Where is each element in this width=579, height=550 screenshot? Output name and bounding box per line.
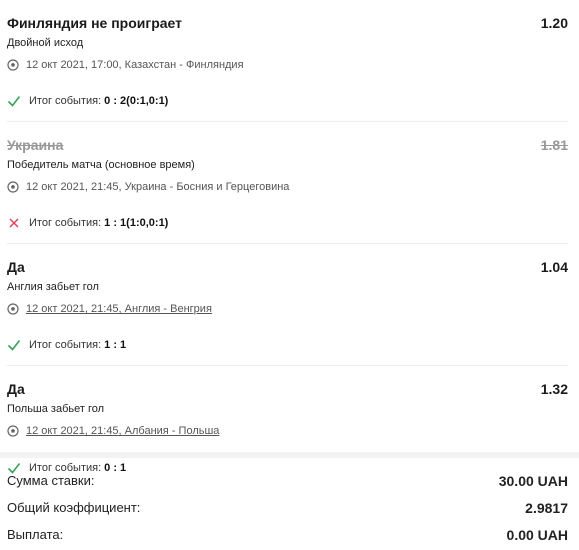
coefficient-value: 2.9817: [525, 499, 568, 516]
coefficient-row: Общий коэффициент: 2.9817: [7, 494, 568, 521]
soccer-ball-icon: [7, 425, 19, 437]
bet-odds: 1.32: [540, 381, 568, 397]
bet-event-link[interactable]: 12 окт 2021, 21:45, Англия - Венгрия: [7, 302, 568, 316]
bet-event: 12 окт 2021, 21:45, Украина - Босния и Г…: [7, 180, 568, 194]
bet-result: Итог события: 1 : 1: [7, 325, 568, 366]
bet-summary: Сумма ставки: 30.00 UAH Общий коэффициен…: [0, 452, 579, 550]
payout-row: Выплата: 0.00 UAH: [7, 521, 568, 548]
bet-result: Итог события: 0 : 2(0:1,0:1): [7, 81, 568, 122]
stake-row: Сумма ставки: 30.00 UAH: [7, 467, 568, 494]
result-label: Итог события:: [29, 339, 102, 351]
bet-odds: 1.20: [540, 15, 568, 31]
bet-event-text[interactable]: 12 окт 2021, 21:45, Албания - Польша: [26, 424, 219, 438]
result-label: Итог события:: [29, 95, 102, 107]
bet-result: Итог события: 1 : 1(1:0,0:1): [7, 203, 568, 244]
bet-event: 12 окт 2021, 17:00, Казахстан - Финлянди…: [7, 58, 568, 72]
bet-item: Финляндия не проиграет 1.20 Двойной исхо…: [0, 0, 579, 122]
checkmark-icon: [7, 96, 21, 107]
payout-value: 0.00 UAH: [506, 526, 568, 543]
soccer-ball-icon: [7, 181, 19, 193]
bet-event-text: 12 окт 2021, 17:00, Казахстан - Финлянди…: [26, 59, 244, 71]
stake-label: Сумма ставки:: [7, 473, 95, 488]
soccer-ball-icon: [7, 59, 19, 71]
result-label: Итог события:: [29, 217, 102, 229]
bet-event-text[interactable]: 12 окт 2021, 21:45, Англия - Венгрия: [26, 302, 212, 316]
betslip-details: Финляндия не проиграет 1.20 Двойной исхо…: [0, 0, 579, 550]
stake-value: 30.00 UAH: [498, 472, 568, 489]
bet-market: Англия забьет гол: [7, 281, 99, 293]
result-score: 1 : 1: [104, 339, 127, 351]
result-score: 0 : 2(0:1,0:1): [104, 95, 169, 107]
result-score: 1 : 1(1:0,0:1): [104, 217, 169, 229]
cross-icon: [9, 218, 19, 228]
bet-pick: Украина: [7, 137, 64, 153]
coefficient-label: Общий коэффициент:: [7, 500, 141, 515]
bet-pick: Финляндия не проиграет: [7, 15, 183, 31]
soccer-ball-icon: [7, 303, 19, 315]
bet-pick: Да: [7, 381, 25, 397]
payout-label: Выплата:: [7, 527, 64, 542]
bet-market: Польша забьет гол: [7, 403, 105, 415]
bet-event-text: 12 окт 2021, 21:45, Украина - Босния и Г…: [26, 181, 290, 193]
bet-item: Украина 1.81 Победитель матча (основное …: [0, 122, 579, 244]
bet-market: Двойной исход: [7, 37, 84, 49]
bet-item: Да 1.04 Англия забьет гол 12 окт 2021, 2…: [0, 244, 579, 366]
bet-market: Победитель матча (основное время): [7, 159, 195, 171]
bet-odds: 1.04: [540, 259, 568, 275]
bet-odds: 1.81: [540, 137, 568, 153]
bet-event-link[interactable]: 12 окт 2021, 21:45, Албания - Польша: [7, 424, 568, 438]
checkmark-icon: [7, 340, 21, 351]
bet-pick: Да: [7, 259, 25, 275]
